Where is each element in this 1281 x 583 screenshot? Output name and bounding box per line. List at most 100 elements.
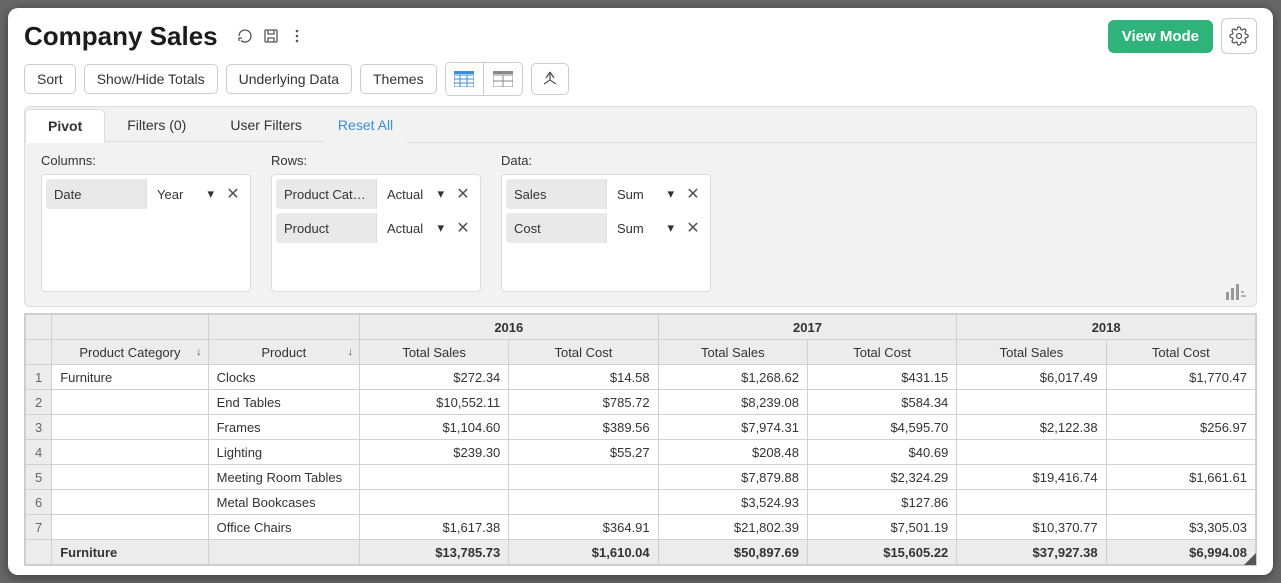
cell-value: $14.58 bbox=[509, 365, 658, 390]
year-header[interactable]: 2018 bbox=[957, 315, 1256, 340]
table-row[interactable]: 7Office Chairs$1,617.38$364.91$21,802.39… bbox=[26, 515, 1256, 540]
header: Company Sales View Mode bbox=[8, 8, 1273, 58]
row-number: 1 bbox=[26, 365, 52, 390]
year-header[interactable]: 2017 bbox=[658, 315, 957, 340]
cell-value: $40.69 bbox=[807, 440, 956, 465]
cell-value: $272.34 bbox=[359, 365, 508, 390]
col-cost[interactable]: Total Cost bbox=[807, 340, 956, 365]
pill-product-agg[interactable]: Actual▾ bbox=[376, 213, 450, 243]
cell-value: $6,017.49 bbox=[957, 365, 1106, 390]
pill-date-agg[interactable]: Year▾ bbox=[146, 179, 220, 209]
cell-value: $1,770.47 bbox=[1106, 365, 1255, 390]
pill-date[interactable]: Date Year▾ ✕ bbox=[46, 179, 246, 209]
columns-label: Columns: bbox=[41, 153, 251, 168]
col-sales[interactable]: Total Sales bbox=[359, 340, 508, 365]
cell-value: $3,524.93 bbox=[658, 490, 807, 515]
compact-style-icon[interactable] bbox=[484, 63, 522, 95]
cell-category bbox=[52, 440, 208, 465]
pill-cost-agg[interactable]: Sum▾ bbox=[606, 213, 680, 243]
cell-value: $19,416.74 bbox=[957, 465, 1106, 490]
page-title: Company Sales bbox=[24, 21, 218, 52]
grid-style-icon[interactable] bbox=[446, 63, 484, 95]
cell-value: $4,595.70 bbox=[807, 415, 956, 440]
close-icon[interactable]: ✕ bbox=[680, 179, 706, 209]
col-category[interactable]: Product Category↓ bbox=[52, 340, 208, 365]
cell-value: $10,552.11 bbox=[359, 390, 508, 415]
col-product[interactable]: Product↓ bbox=[208, 340, 359, 365]
tab-user-filters[interactable]: User Filters bbox=[208, 109, 324, 142]
row-number: 5 bbox=[26, 465, 52, 490]
filter-icon-button[interactable] bbox=[531, 63, 569, 95]
table-row[interactable]: 3Frames$1,104.60$389.56$7,974.31$4,595.7… bbox=[26, 415, 1256, 440]
view-mode-button[interactable]: View Mode bbox=[1108, 20, 1213, 53]
col-cost[interactable]: Total Cost bbox=[509, 340, 658, 365]
pivot-grid[interactable]: 2016 2017 2018 Product Category↓ Product… bbox=[24, 313, 1257, 566]
row-number: 6 bbox=[26, 490, 52, 515]
pill-category[interactable]: Product Cate... Actual▾ ✕ bbox=[276, 179, 476, 209]
chart-icon[interactable] bbox=[1226, 284, 1246, 300]
rows-label: Rows: bbox=[271, 153, 481, 168]
pill-category-agg[interactable]: Actual▾ bbox=[376, 179, 450, 209]
close-icon[interactable]: ✕ bbox=[220, 179, 246, 209]
cell-value: $8,239.08 bbox=[658, 390, 807, 415]
cell-category bbox=[52, 465, 208, 490]
cell-value: $1,104.60 bbox=[359, 415, 508, 440]
row-number: 4 bbox=[26, 440, 52, 465]
pill-sales-agg[interactable]: Sum▾ bbox=[606, 179, 680, 209]
columns-dropzone[interactable]: Date Year▾ ✕ bbox=[41, 174, 251, 292]
show-hide-totals-button[interactable]: Show/Hide Totals bbox=[84, 64, 218, 94]
rows-dropzone[interactable]: Product Cate... Actual▾ ✕ Product Actual… bbox=[271, 174, 481, 292]
cell-value bbox=[1106, 440, 1255, 465]
chevron-down-icon: ▾ bbox=[437, 220, 444, 236]
sort-down-icon[interactable]: ↓ bbox=[196, 346, 202, 358]
rows-config: Rows: Product Cate... Actual▾ ✕ Product … bbox=[271, 153, 481, 292]
cell-value: $7,974.31 bbox=[658, 415, 807, 440]
data-dropzone[interactable]: Sales Sum▾ ✕ Cost Sum▾ ✕ bbox=[501, 174, 711, 292]
cell-value: $7,501.19 bbox=[807, 515, 956, 540]
col-cost[interactable]: Total Cost bbox=[1106, 340, 1255, 365]
cell-value: $208.48 bbox=[658, 440, 807, 465]
table-row[interactable]: 1FurnitureClocks$272.34$14.58$1,268.62$4… bbox=[26, 365, 1256, 390]
chevron-down-icon: ▾ bbox=[437, 186, 444, 202]
col-sales[interactable]: Total Sales bbox=[658, 340, 807, 365]
refresh-icon[interactable] bbox=[236, 27, 254, 45]
subtotal-label: Furniture bbox=[52, 540, 208, 565]
cell-product: Meeting Room Tables bbox=[208, 465, 359, 490]
close-icon[interactable]: ✕ bbox=[450, 179, 476, 209]
chevron-down-icon: ▾ bbox=[667, 186, 674, 202]
cell-value: $1,617.38 bbox=[359, 515, 508, 540]
year-header[interactable]: 2016 bbox=[359, 315, 658, 340]
cell-value: $2,122.38 bbox=[957, 415, 1106, 440]
table-row[interactable]: 5Meeting Room Tables$7,879.88$2,324.29$1… bbox=[26, 465, 1256, 490]
reset-all-link[interactable]: Reset All bbox=[324, 109, 407, 141]
col-sales[interactable]: Total Sales bbox=[957, 340, 1106, 365]
underlying-data-button[interactable]: Underlying Data bbox=[226, 64, 352, 94]
cell-category bbox=[52, 415, 208, 440]
sort-down-icon[interactable]: ↓ bbox=[347, 346, 353, 358]
cell-product: End Tables bbox=[208, 390, 359, 415]
cell-value: $239.30 bbox=[359, 440, 508, 465]
close-icon[interactable]: ✕ bbox=[680, 213, 706, 243]
tab-pivot[interactable]: Pivot bbox=[25, 109, 105, 143]
cell-value bbox=[1106, 490, 1255, 515]
cell-category bbox=[52, 490, 208, 515]
pill-sales[interactable]: Sales Sum▾ ✕ bbox=[506, 179, 706, 209]
close-icon[interactable]: ✕ bbox=[450, 213, 476, 243]
table-row[interactable]: 6Metal Bookcases$3,524.93$127.86 bbox=[26, 490, 1256, 515]
sort-button[interactable]: Sort bbox=[24, 64, 76, 94]
table-row[interactable]: 4 Lighting$239.30$55.27$208.48$40.69 bbox=[26, 440, 1256, 465]
cell-value: $3,305.03 bbox=[1106, 515, 1255, 540]
more-icon[interactable] bbox=[288, 27, 306, 45]
settings-button[interactable] bbox=[1221, 18, 1257, 54]
themes-button[interactable]: Themes bbox=[360, 64, 437, 94]
cell-value: $7,879.88 bbox=[658, 465, 807, 490]
pill-cost[interactable]: Cost Sum▾ ✕ bbox=[506, 213, 706, 243]
cell-value bbox=[359, 465, 508, 490]
save-icon[interactable] bbox=[262, 27, 280, 45]
cell-value: $55.27 bbox=[509, 440, 658, 465]
cell-product: Lighting bbox=[208, 440, 359, 465]
tab-filters[interactable]: Filters (0) bbox=[105, 109, 208, 142]
table-row[interactable]: 2End Tables$10,552.11$785.72$8,239.08$58… bbox=[26, 390, 1256, 415]
pill-product[interactable]: Product Actual▾ ✕ bbox=[276, 213, 476, 243]
cell-category: Furniture bbox=[52, 365, 208, 390]
